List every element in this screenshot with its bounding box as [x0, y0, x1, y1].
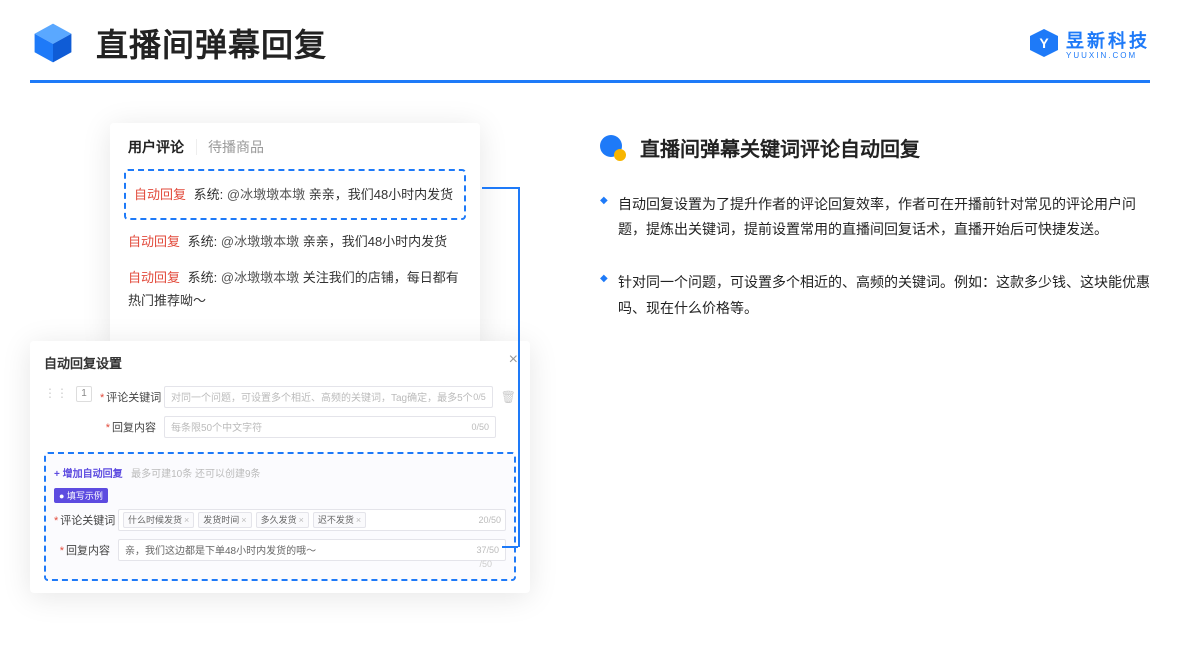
keyword-chip[interactable]: 发货时间×: [198, 512, 251, 528]
ex-keyword-label: 评论关键词: [54, 512, 110, 528]
keyword-label: 评论关键词: [100, 389, 156, 405]
page-header: 直播间弹幕回复 Y 昱新科技 YUUXIN.COM: [0, 0, 1180, 66]
mention: @冰墩墩本墩: [221, 234, 299, 249]
auto-reply-tag: 自动回复: [128, 270, 180, 285]
right-column: 直播间弹幕关键词评论自动回复 自动回复设置为了提升作者的评论回复效率，作者可在开…: [600, 123, 1150, 349]
add-hint: 最多可建10条 还可以创建9条: [131, 469, 260, 480]
ex-keyword-counter: 20/50: [478, 515, 501, 525]
keyword-input[interactable]: 对同一个问题，可设置多个相近、高频的关键词，Tag确定，最多5个 0/5: [164, 386, 493, 408]
feature-bullet: 自动回复设置为了提升作者的评论回复效率，作者可在开播前针对常见的评论用户问题，提…: [600, 192, 1150, 242]
reply-placeholder: 每条限50个中文字符: [171, 419, 262, 434]
system-prefix: 系统:: [194, 187, 224, 202]
brand: Y 昱新科技 YUUXIN.COM: [1030, 27, 1150, 60]
reply-counter: 0/50: [471, 422, 489, 432]
comment-row: 自动回复 系统: @冰墩墩本墩 亲亲，我们48小时内发货: [134, 177, 456, 212]
drag-handle-icon[interactable]: ⋮⋮: [44, 386, 68, 400]
reply-input[interactable]: 每条限50个中文字符 0/50: [164, 416, 496, 438]
ex-keyword-input[interactable]: 什么时候发货× 发货时间× 多久发货× 迟不发货× 20/50: [118, 509, 506, 531]
rule-index: 1: [76, 386, 92, 402]
keyword-counter: 0/5: [473, 392, 486, 402]
example-badge: ● 填写示例: [54, 488, 108, 503]
ex-reply-value: 亲，我们这边都是下单48小时内发货的哦～: [125, 542, 316, 557]
comments-tabs: 用户评论 待播商品: [128, 137, 462, 157]
feature-bullet: 针对同一个问题，可设置多个相近的、高频的关键词。例如：这款多少钱、这块能优惠吗、…: [600, 270, 1150, 320]
system-prefix: 系统:: [188, 270, 218, 285]
brand-name: 昱新科技: [1066, 27, 1150, 53]
tab-user-comments[interactable]: 用户评论: [128, 137, 184, 157]
mention: @冰墩墩本墩: [221, 270, 299, 285]
keyword-chip[interactable]: 迟不发货×: [313, 512, 366, 528]
section-title: 直播间弹幕关键词评论自动回复: [640, 133, 920, 162]
page-title: 直播间弹幕回复: [96, 20, 327, 66]
trailing-counter: /50: [479, 559, 492, 569]
comment-text: 亲亲，我们48小时内发货: [309, 187, 453, 202]
mention: @冰墩墩本墩: [227, 187, 305, 202]
reply-label: 回复内容: [100, 419, 156, 435]
tab-pending-goods[interactable]: 待播商品: [208, 137, 264, 157]
auto-reply-tag: 自动回复: [128, 234, 180, 249]
ex-reply-counter: 37/50: [476, 545, 499, 555]
comment-row: 自动回复 系统: @冰墩墩本墩 亲亲，我们48小时内发货: [128, 224, 462, 259]
bullet-dot-icon: [600, 135, 626, 161]
keyword-chip[interactable]: 什么时候发货×: [123, 512, 194, 528]
comment-text: 亲亲，我们48小时内发货: [303, 234, 447, 249]
brand-url: YUUXIN.COM: [1066, 51, 1137, 60]
settings-example-block: + 增加自动回复 最多可建10条 还可以创建9条 ● 填写示例 评论关键词 什么…: [44, 452, 516, 581]
chip-remove-icon[interactable]: ×: [184, 515, 189, 525]
delete-icon[interactable]: 🗑: [501, 390, 516, 404]
ex-reply-input[interactable]: 亲，我们这边都是下单48小时内发货的哦～ 37/50: [118, 539, 506, 561]
add-auto-reply-link[interactable]: + 增加自动回复: [54, 469, 123, 480]
highlighted-comment: 自动回复 系统: @冰墩墩本墩 亲亲，我们48小时内发货: [124, 169, 466, 220]
chip-remove-icon[interactable]: ×: [299, 515, 304, 525]
chip-remove-icon[interactable]: ×: [241, 515, 246, 525]
chip-remove-icon[interactable]: ×: [356, 515, 361, 525]
close-icon[interactable]: ×: [509, 351, 518, 369]
cube-icon: [30, 20, 76, 66]
feature-bullets: 自动回复设置为了提升作者的评论回复效率，作者可在开播前针对常见的评论用户问题，提…: [600, 192, 1150, 321]
auto-reply-settings-card: 自动回复设置 × ⋮⋮ 1 评论关键词 对同一个问题，可设置多个相近、高频的关键…: [30, 341, 530, 593]
settings-title: 自动回复设置: [44, 353, 516, 372]
comments-card: 用户评论 待播商品 自动回复 系统: @冰墩墩本墩 亲亲，我们48小时内发货 自…: [110, 123, 480, 347]
connector-line: [482, 187, 518, 189]
auto-reply-tag: 自动回复: [134, 187, 186, 202]
system-prefix: 系统:: [188, 234, 218, 249]
comment-row: 自动回复 系统: @冰墩墩本墩 关注我们的店铺，每日都有热门推荐呦～: [128, 260, 462, 319]
keyword-placeholder: 对同一个问题，可设置多个相近、高频的关键词，Tag确定，最多5个: [171, 389, 473, 404]
keyword-chip[interactable]: 多久发货×: [256, 512, 309, 528]
left-visual: 用户评论 待播商品 自动回复 系统: @冰墩墩本墩 亲亲，我们48小时内发货 自…: [30, 123, 550, 593]
ex-reply-label: 回复内容: [54, 542, 110, 558]
brand-logo-icon: Y: [1030, 29, 1058, 57]
